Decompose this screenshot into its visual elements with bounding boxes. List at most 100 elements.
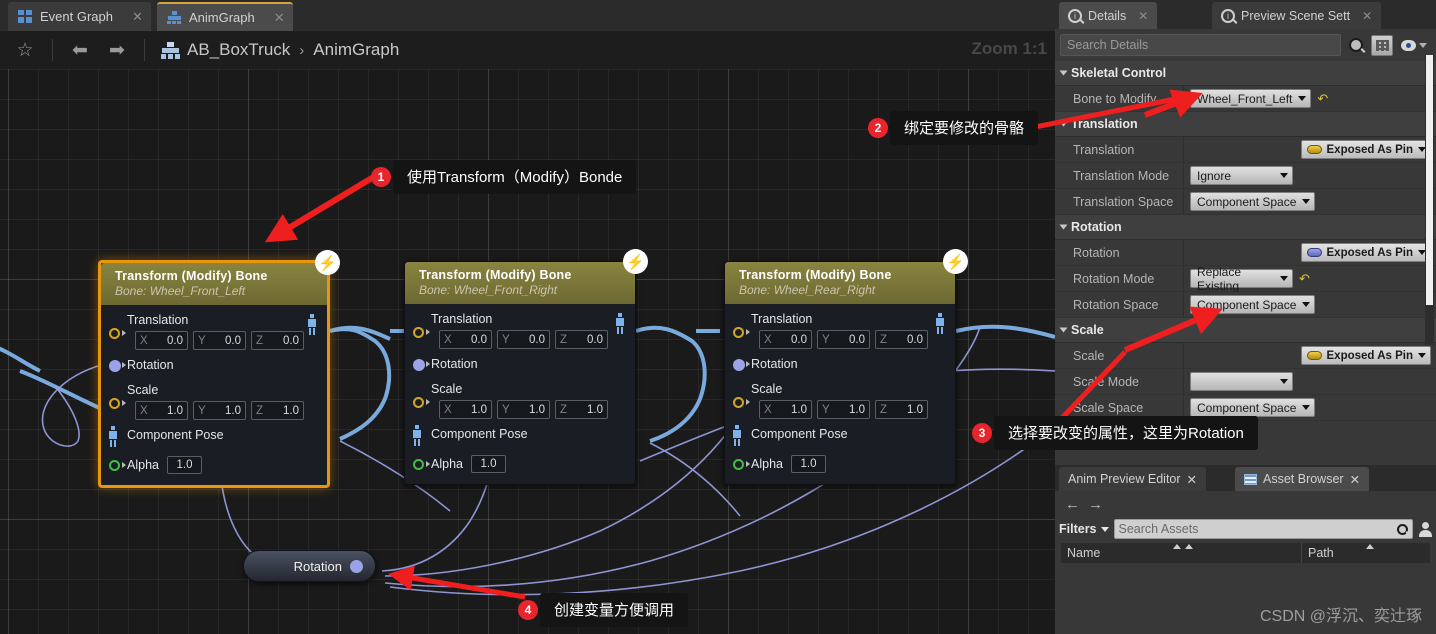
tab-asset-browser[interactable]: Asset Browser ✕ [1235, 467, 1370, 491]
translation-z-input[interactable]: Z 0.0 [251, 331, 304, 350]
arrow-right-icon[interactable]: ➡ [100, 35, 134, 65]
scale-z-input[interactable]: Z 1.0 [251, 401, 304, 420]
chevron-down-icon [1302, 405, 1311, 410]
tab-preview-scene-settings[interactable]: i Preview Scene Sett ✕ [1212, 2, 1382, 29]
translation-y-input[interactable]: Y 0.0 [497, 330, 550, 349]
translation-z-input[interactable]: Z 0.0 [875, 330, 928, 349]
alpha-input-pin[interactable] [109, 460, 120, 471]
column-name[interactable]: Name [1061, 546, 1301, 560]
grid-view-icon[interactable] [1371, 34, 1393, 56]
bone-to-modify-dropdown[interactable]: Wheel_Front_Left [1190, 89, 1312, 108]
scale-y-input[interactable]: Y 1.0 [193, 401, 246, 420]
translation-space-dropdown[interactable]: Component Space [1190, 192, 1316, 211]
pin-row-rotation: Rotation [725, 356, 955, 373]
pose-output-pin[interactable] [934, 313, 946, 334]
translation-x-input[interactable]: X 0.0 [439, 330, 492, 349]
tab-details[interactable]: i Details ✕ [1059, 2, 1158, 29]
component-pose-input-pin[interactable] [411, 425, 423, 446]
arrow-left-icon[interactable]: ← [1065, 496, 1080, 513]
search-placeholder: Search Details [1067, 38, 1149, 52]
alpha-input[interactable]: 1.0 [790, 455, 826, 473]
user-icon[interactable] [1418, 521, 1432, 537]
close-icon[interactable]: ✕ [1187, 472, 1197, 487]
rotation-space-dropdown[interactable]: Component Space [1190, 295, 1316, 314]
reset-to-default-icon[interactable]: ↶ [1317, 91, 1328, 107]
translation-input-pin[interactable] [733, 327, 744, 338]
component-pose-input-pin[interactable] [107, 426, 119, 447]
translation-x-input[interactable]: X 0.0 [759, 330, 812, 349]
exposed-as-pin-dropdown-scale[interactable]: Exposed As Pin [1300, 346, 1431, 365]
scale-input-pin[interactable] [733, 397, 744, 408]
close-icon[interactable]: ✕ [274, 10, 285, 26]
node-transform-modify-bone-rear-right[interactable]: ⚡ Transform (Modify) Bone Bone: Wheel_Re… [724, 249, 968, 485]
section-rotation[interactable]: Rotation [1055, 215, 1436, 240]
breadcrumb-root[interactable]: AB_BoxTruck [187, 40, 290, 60]
section-skeletal-control[interactable]: Skeletal Control [1055, 61, 1436, 86]
translation-mode-dropdown[interactable]: Ignore [1190, 166, 1293, 185]
arrow-left-icon[interactable]: ⬅ [63, 35, 97, 65]
translation-input-pin[interactable] [413, 327, 424, 338]
alpha-input-pin[interactable] [733, 459, 744, 470]
dropdown-value: Exposed As Pin [1326, 143, 1414, 156]
node-transform-modify-bone-front-right[interactable]: ⚡ Transform (Modify) Bone Bone: Wheel_Fr… [404, 249, 648, 485]
pose-output-pin[interactable] [306, 314, 318, 335]
scale-y-input[interactable]: Y 1.0 [817, 400, 870, 419]
section-scale[interactable]: Scale [1055, 318, 1436, 343]
arrow-right-icon[interactable]: → [1088, 496, 1103, 513]
translation-y-input[interactable]: Y 0.0 [193, 331, 246, 350]
alpha-input[interactable]: 1.0 [166, 456, 202, 474]
scale-input-pin[interactable] [413, 397, 424, 408]
exposed-as-pin-dropdown-translation[interactable]: Exposed As Pin [1300, 140, 1431, 159]
watermark-text: CSDN @浮沉、奕辻琢 [1259, 608, 1422, 625]
details-scrollbar[interactable] [1425, 55, 1434, 345]
scrollbar-thumb[interactable] [1426, 55, 1433, 305]
translation-x-input[interactable]: X 0.0 [135, 331, 188, 350]
search-details-input[interactable]: Search Details [1060, 34, 1341, 56]
variable-output-pin[interactable] [350, 559, 363, 573]
eye-icon[interactable] [1397, 39, 1431, 51]
node-variable-rotation[interactable]: Rotation [243, 550, 376, 582]
pin-dot-icon [1306, 351, 1322, 360]
tab-event-graph[interactable]: Event Graph ✕ [8, 2, 151, 31]
node-transform-modify-bone-front-left[interactable]: ⚡ Transform (Modify) Bone Bone: Wheel_Fr… [98, 250, 340, 488]
scale-x-input[interactable]: X 1.0 [759, 400, 812, 419]
node-title: Transform (Modify) Bone [115, 269, 268, 283]
alpha-input[interactable]: 1.0 [470, 455, 506, 473]
close-icon[interactable]: ✕ [132, 9, 143, 25]
reset-to-default-icon[interactable]: ↶ [1299, 271, 1310, 287]
alpha-input-pin[interactable] [413, 459, 424, 470]
close-icon[interactable]: ✕ [1138, 9, 1148, 23]
tab-anim-graph[interactable]: AnimGraph ✕ [157, 2, 293, 31]
scale-z-input[interactable]: Z 1.0 [875, 400, 928, 419]
section-translation[interactable]: Translation [1055, 112, 1436, 137]
rotation-input-pin[interactable] [109, 360, 121, 372]
star-icon[interactable]: ☆ [8, 35, 42, 65]
close-icon[interactable]: ✕ [1350, 472, 1360, 487]
scale-z-input[interactable]: Z 1.0 [555, 400, 608, 419]
component-pose-input-pin[interactable] [731, 425, 743, 446]
translation-y-input[interactable]: Y 0.0 [817, 330, 870, 349]
search-icon[interactable] [1345, 34, 1367, 56]
node-body: Translation X 0.0 Y 0.0 Z 0.0 Rotation S… [725, 304, 955, 484]
close-icon[interactable]: ✕ [1362, 9, 1372, 23]
rotation-input-pin[interactable] [733, 359, 745, 371]
translation-input-pin[interactable] [109, 328, 120, 339]
scale-space-dropdown[interactable]: Component Space [1190, 398, 1316, 417]
row-value: Exposed As Pin [1183, 140, 1436, 159]
translation-z-input[interactable]: Z 0.0 [555, 330, 608, 349]
search-assets-input[interactable]: Search Assets [1113, 519, 1413, 539]
tab-anim-preview-editor[interactable]: Anim Preview Editor ✕ [1059, 467, 1207, 491]
scale-mode-dropdown[interactable] [1190, 372, 1293, 391]
pose-output-pin[interactable] [614, 313, 626, 334]
scale-x-input[interactable]: X 1.0 [135, 401, 188, 420]
exposed-as-pin-dropdown-rotation[interactable]: Exposed As Pin [1300, 243, 1431, 262]
filters-button[interactable]: Filters [1059, 522, 1109, 536]
node-title: Transform (Modify) Bone [739, 268, 892, 282]
scale-y-input[interactable]: Y 1.0 [497, 400, 550, 419]
search-icon[interactable] [1397, 523, 1408, 535]
scale-x-input[interactable]: X 1.0 [439, 400, 492, 419]
rotation-input-pin[interactable] [413, 359, 425, 371]
scale-input-pin[interactable] [109, 398, 120, 409]
breadcrumb-current[interactable]: AnimGraph [313, 40, 399, 60]
rotation-mode-dropdown[interactable]: Replace Existing [1190, 265, 1293, 293]
